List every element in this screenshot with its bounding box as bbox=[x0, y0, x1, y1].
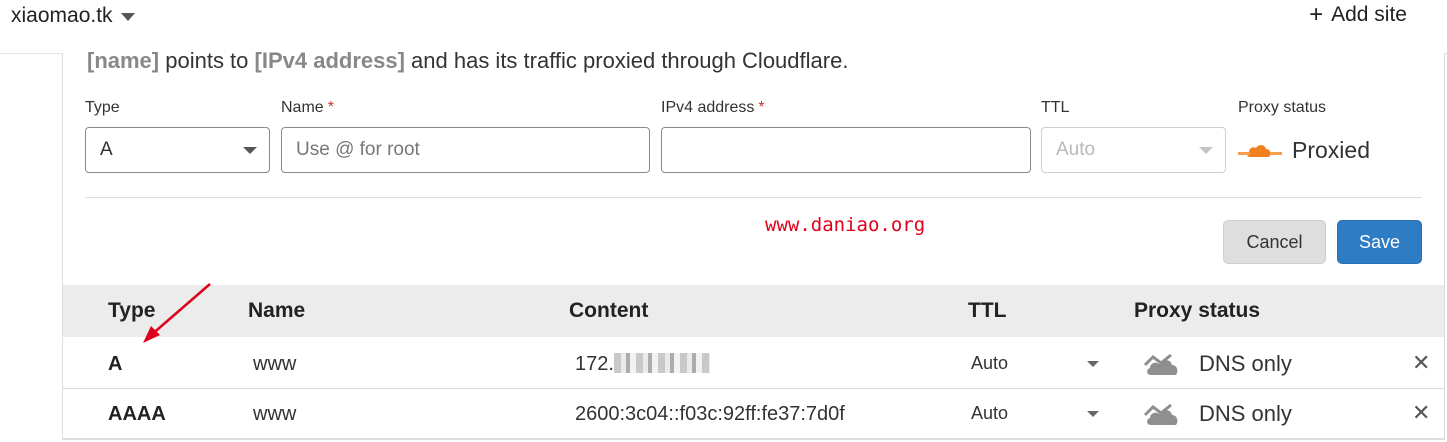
record-type: AAAA bbox=[108, 403, 166, 425]
gray-cloud-icon bbox=[1143, 353, 1178, 375]
record-proxy-toggle[interactable]: DNS only bbox=[1143, 347, 1292, 381]
record-proxy-toggle[interactable]: DNS only bbox=[1143, 397, 1292, 431]
redacted-ip bbox=[613, 353, 710, 373]
proxy-status-value: Proxied bbox=[1292, 136, 1370, 163]
watermark-text: www.daniao.org bbox=[765, 214, 926, 236]
save-button[interactable]: Save bbox=[1337, 220, 1422, 264]
ttl-label: TTL bbox=[1041, 99, 1070, 116]
type-select-value: A bbox=[100, 139, 113, 160]
chevron-down-icon bbox=[1199, 147, 1213, 154]
dns-records-card: [name] points to [IPv4 address] and has … bbox=[62, 48, 1445, 440]
cancel-button[interactable]: Cancel bbox=[1223, 220, 1326, 264]
form-divider bbox=[85, 197, 1422, 198]
hint-text-1: points to bbox=[159, 48, 255, 73]
header-name[interactable]: Name bbox=[248, 299, 305, 323]
plus-icon: + bbox=[1309, 1, 1324, 28]
name-label: Name * bbox=[281, 99, 334, 116]
type-select[interactable]: A bbox=[85, 127, 270, 173]
header-content[interactable]: Content bbox=[569, 299, 648, 323]
record-content: 172. bbox=[575, 353, 710, 376]
table-row[interactable]: A www 172. Auto DNS only ✕ bbox=[63, 339, 1444, 389]
hint-text-2: and has its traffic proxied through Clou… bbox=[404, 48, 849, 73]
hint-name-placeholder: [name] bbox=[87, 48, 160, 73]
close-icon[interactable]: ✕ bbox=[1412, 400, 1430, 426]
name-input[interactable]: Use @ for root bbox=[281, 127, 650, 173]
type-label: Type bbox=[85, 99, 120, 116]
record-ttl-select[interactable]: Auto bbox=[971, 353, 1101, 374]
record-ttl-select[interactable]: Auto bbox=[971, 403, 1101, 424]
record-hint: [name] points to [IPv4 address] and has … bbox=[87, 47, 848, 75]
site-name: xiaomao.tk bbox=[11, 4, 113, 27]
record-proxy-status: DNS only bbox=[1199, 351, 1292, 376]
site-selector[interactable]: xiaomao.tk bbox=[11, 2, 135, 30]
add-site-button[interactable]: + Add site bbox=[1309, 2, 1407, 28]
close-icon[interactable]: ✕ bbox=[1412, 350, 1430, 376]
chevron-down-icon bbox=[243, 147, 257, 154]
ipv4-label: IPv4 address * bbox=[661, 99, 765, 116]
record-content: 2600:3c04::f03c:92ff:fe37:7d0f bbox=[575, 403, 845, 425]
record-proxy-status: DNS only bbox=[1199, 401, 1292, 426]
chevron-down-icon bbox=[1087, 411, 1099, 417]
name-input-placeholder: Use @ for root bbox=[296, 139, 420, 160]
orange-cloud-icon bbox=[1238, 145, 1282, 157]
header-ttl[interactable]: TTL bbox=[968, 299, 1006, 323]
header-proxy-status[interactable]: Proxy status bbox=[1134, 299, 1260, 323]
table-row[interactable]: AAAA www 2600:3c04::f03c:92ff:fe37:7d0f … bbox=[63, 389, 1444, 439]
ipv4-input[interactable] bbox=[661, 127, 1031, 173]
hint-ipv4-placeholder: [IPv4 address] bbox=[254, 48, 405, 73]
record-name: www bbox=[253, 353, 297, 375]
required-mark: * bbox=[327, 99, 334, 116]
add-site-label: Add site bbox=[1331, 3, 1407, 26]
record-type: A bbox=[108, 353, 123, 375]
header-type[interactable]: Type bbox=[108, 299, 155, 323]
table-header: Type Name Content TTL Proxy status bbox=[63, 285, 1444, 337]
chevron-down-icon bbox=[1087, 361, 1099, 367]
proxy-toggle[interactable]: Proxied bbox=[1238, 135, 1370, 165]
gray-cloud-icon bbox=[1143, 403, 1178, 425]
ttl-select-value: Auto bbox=[1056, 139, 1096, 160]
required-mark: * bbox=[758, 99, 765, 116]
chevron-down-icon bbox=[120, 13, 135, 21]
proxy-status-label: Proxy status bbox=[1238, 99, 1327, 116]
top-bar: xiaomao.tk + Add site bbox=[0, 0, 1447, 54]
record-name: www bbox=[253, 403, 297, 425]
ttl-select[interactable]: Auto bbox=[1041, 127, 1226, 173]
